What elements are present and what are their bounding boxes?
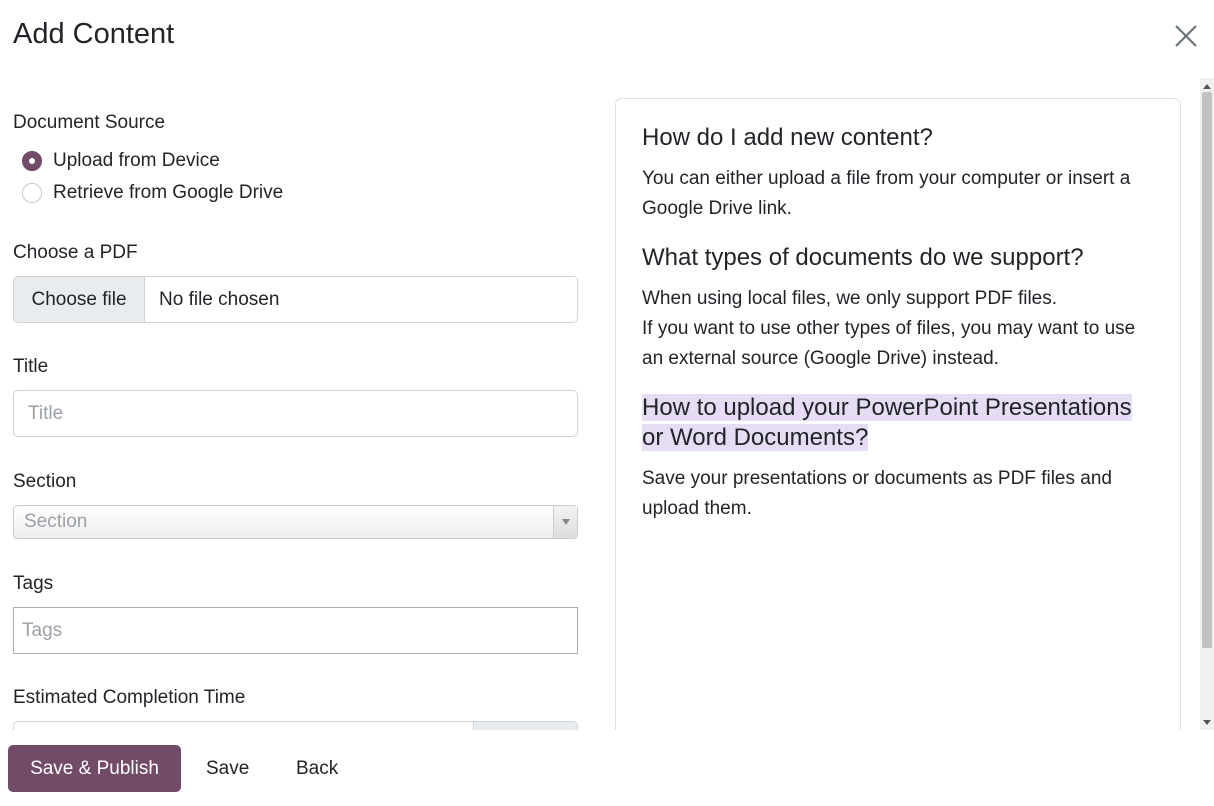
title-input[interactable]: [13, 390, 578, 437]
document-source-label: Document Source: [13, 112, 166, 133]
radio-retrieve-from-google-drive[interactable]: Retrieve from Google Drive: [22, 180, 283, 206]
completion-time-label: Estimated Completion Time: [13, 687, 246, 708]
file-status: No file chosen: [159, 288, 280, 310]
title-label: Title: [13, 356, 49, 377]
help-text-add-content: You can either upload a file from your c…: [642, 168, 1131, 219]
completion-time-addon: [473, 722, 577, 730]
scrollbar[interactable]: [1200, 78, 1214, 730]
chevron-down-icon[interactable]: [553, 506, 577, 538]
tags-label: Tags: [13, 573, 54, 594]
dialog-body: Document Source Upload from Device Retri…: [0, 72, 1214, 730]
help-heading-powerpoint-line1: How to upload your PowerPoint Presentati…: [642, 394, 1132, 421]
help-text-document-types-1: When using local files, we only support …: [642, 288, 1058, 309]
tags-input[interactable]: Tags: [13, 607, 578, 654]
completion-time-input[interactable]: [13, 721, 578, 730]
help-text-document-types-2: If you want to use other types of files,…: [642, 318, 1136, 369]
help-heading-document-types: What types of documents do we support?: [642, 244, 1084, 271]
choose-pdf-label: Choose a PDF: [13, 242, 138, 263]
scroll-thumb[interactable]: [1202, 92, 1212, 648]
save-button[interactable]: Save: [206, 745, 249, 792]
radio-upload-from-device[interactable]: Upload from Device: [22, 148, 220, 174]
back-button[interactable]: Back: [296, 745, 338, 792]
section-placeholder: Section: [24, 511, 88, 532]
radio-unchecked-icon[interactable]: [22, 183, 42, 203]
save-and-publish-button[interactable]: Save & Publish: [8, 745, 181, 792]
choose-file-button[interactable]: Choose file: [14, 277, 145, 322]
radio-checked-icon[interactable]: [22, 151, 42, 171]
scroll-down-icon[interactable]: [1203, 720, 1211, 725]
close-icon[interactable]: [1170, 18, 1202, 54]
dialog-footer: Save & Publish Save Back: [0, 730, 1214, 806]
pdf-file-input[interactable]: Choose file No file chosen: [13, 276, 578, 323]
radio-label-upload: Upload from Device: [53, 150, 220, 171]
help-heading-powerpoint-line2: or Word Documents?: [642, 424, 869, 451]
dialog-title: Add Content: [13, 18, 175, 50]
help-heading-powerpoint: How to upload your PowerPoint Presentati…: [642, 393, 1162, 453]
scroll-up-icon[interactable]: [1203, 84, 1211, 89]
dialog-header: Add Content: [0, 0, 1214, 72]
help-heading-add-content: How do I add new content?: [642, 124, 933, 151]
section-label: Section: [13, 471, 77, 492]
help-text-powerpoint: Save your presentations or documents as …: [642, 468, 1112, 519]
section-select[interactable]: Section: [13, 505, 578, 539]
help-panel: How do I add new content? You can either…: [615, 98, 1181, 730]
radio-label-google-drive: Retrieve from Google Drive: [53, 182, 284, 203]
